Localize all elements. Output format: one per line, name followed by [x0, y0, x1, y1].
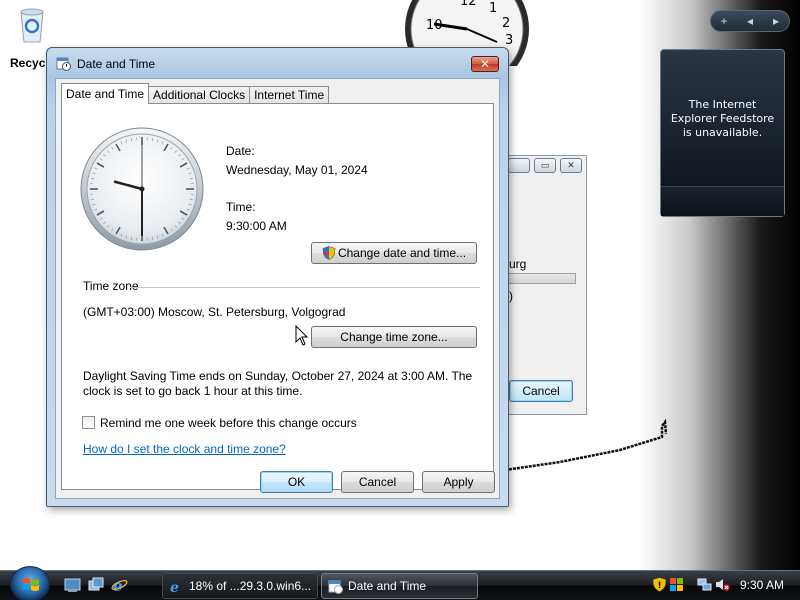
ok-button[interactable]: OK — [260, 471, 333, 493]
dialog-close-button[interactable]: ✕ — [471, 56, 499, 72]
dialog-tabs: Date and Time Additional Clocks Internet… — [61, 83, 330, 104]
clock-gadget-num-3: 3 — [505, 33, 513, 48]
timezone-value: (GMT+03:00) Moscow, St. Petersburg, Volg… — [83, 305, 346, 319]
dialog-titlebar[interactable]: Date and Time ✕ — [47, 48, 508, 78]
bg-window-progress-bar — [506, 273, 576, 284]
bg-window-text-2: ) — [509, 289, 513, 303]
sidebar-controls: + ◂ ▸ — [710, 10, 790, 32]
change-date-time-label: Change date and time... — [337, 246, 467, 260]
network-icon[interactable] — [697, 577, 712, 592]
show-desktop-icon[interactable] — [64, 577, 81, 593]
start-button[interactable] — [10, 566, 50, 600]
date-value: Wednesday, May 01, 2024 — [226, 163, 368, 177]
uac-shield-icon — [322, 246, 336, 260]
volume-muted-icon[interactable] — [715, 577, 730, 592]
svg-text:e: e — [170, 580, 179, 594]
clock-gadget-num-12: 12 — [460, 0, 477, 9]
change-time-zone-button[interactable]: Change time zone... — [311, 326, 477, 348]
apply-button[interactable]: Apply — [422, 471, 495, 493]
sidebar-next-button[interactable]: ▸ — [767, 14, 785, 28]
taskbar-button-download-label: 18% of ...29.3.0.win6... — [189, 579, 312, 593]
date-time-tab-panel: Date: Wednesday, May 01, 2024 Time: 9:30… — [61, 103, 494, 490]
windows-logo-icon — [23, 578, 39, 591]
internet-explorer-icon[interactable]: e — [111, 577, 128, 593]
feed-message: The Internet Explorer Feedstore is unava… — [670, 98, 775, 139]
remind-checkbox[interactable] — [82, 416, 95, 429]
taskbar-button-date-time[interactable]: Date and Time — [321, 573, 478, 599]
time-label: Time: — [226, 200, 256, 214]
internet-explorer-icon: e — [170, 580, 179, 594]
mouse-cursor-icon — [295, 325, 309, 346]
bg-window-close-button[interactable]: ✕ — [560, 158, 582, 173]
tab-internet-time[interactable]: Internet Time — [249, 86, 330, 104]
timezone-separator — [130, 287, 480, 288]
time-value: 9:30:00 AM — [226, 219, 287, 233]
recycle-bin-icon — [20, 8, 44, 43]
sidebar-add-gadget-button[interactable]: + — [715, 14, 733, 28]
bg-window-text-1: urg — [509, 257, 527, 271]
feed-gadget-footer — [661, 186, 784, 216]
date-time-app-icon — [56, 57, 71, 71]
bg-window-minimize-button[interactable] — [508, 158, 530, 173]
clock-gadget-num-2: 2 — [502, 16, 510, 31]
dst-info-line1: Daylight Saving Time ends on Sunday, Oct… — [83, 369, 473, 383]
clock-gadget-num-1: 1 — [489, 1, 497, 16]
bg-window-maximize-button[interactable]: ▭ — [534, 158, 556, 173]
remind-label[interactable]: Remind me one week before this change oc… — [100, 416, 357, 430]
security-center-shield-icon[interactable]: ! — [652, 577, 667, 592]
dialog-title: Date and Time — [77, 57, 156, 71]
analog-clock — [80, 127, 204, 251]
date-label: Date: — [226, 144, 255, 158]
dst-info-line2: clock is set to go back 1 hour at this t… — [83, 384, 303, 398]
recycle-bin-desktop-icon[interactable]: Recycle Bin — [10, 4, 50, 70]
taskbar-button-download[interactable]: e 18% of ...29.3.0.win6... — [162, 573, 318, 599]
taskbar-button-date-time-label: Date and Time — [348, 579, 427, 593]
help-link[interactable]: How do I set the clock and time zone? — [83, 442, 286, 456]
date-time-app-icon — [328, 580, 343, 594]
bg-window-cancel-button[interactable]: Cancel — [509, 380, 573, 402]
tab-additional-clocks[interactable]: Additional Clocks — [148, 86, 251, 104]
feed-headlines-gadget[interactable]: The Internet Explorer Feedstore is unava… — [660, 49, 785, 217]
switch-windows-icon[interactable] — [88, 577, 105, 593]
timezone-heading: Time zone — [83, 279, 139, 293]
tab-date-and-time[interactable]: Date and Time — [61, 83, 150, 104]
taskbar-clock[interactable]: 9:30 AM — [740, 578, 784, 592]
sidebar-prev-button[interactable]: ◂ — [741, 14, 759, 28]
recycle-bin-label: Recycle Bin — [10, 56, 50, 70]
windows-update-icon[interactable] — [669, 577, 684, 592]
date-time-dialog: Date and Time ✕ Date and Time Additional… — [46, 47, 509, 507]
background-download-window[interactable]: ▭ ✕ urg ) Cancel — [500, 155, 587, 415]
svg-text:!: ! — [658, 581, 662, 591]
change-date-time-button[interactable]: Change date and time... — [311, 242, 477, 264]
bg-window-caption-buttons: ▭ ✕ — [508, 158, 582, 173]
close-icon: ✕ — [479, 57, 491, 71]
dialog-client-area: Date and Time Additional Clocks Internet… — [55, 78, 500, 499]
cancel-button[interactable]: Cancel — [341, 471, 414, 493]
